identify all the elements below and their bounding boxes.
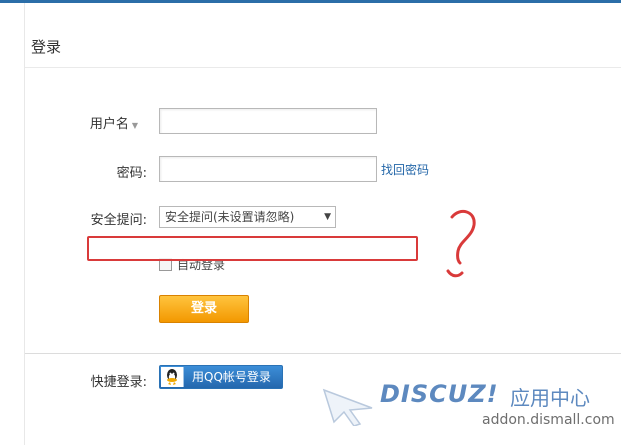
password-label: 密码: (116, 166, 147, 181)
section-divider (25, 353, 621, 354)
security-question-label: 安全提问: (90, 213, 147, 228)
login-button[interactable]: 登录 (159, 295, 249, 323)
qq-login-button-label: 用QQ帐号登录 (192, 370, 271, 384)
annotation-red-box (87, 236, 418, 261)
discuz-watermark: DISCUZ! 应用中心 addon.dismall.com (320, 380, 620, 440)
password-input[interactable] (159, 156, 377, 182)
chevron-down-icon: ▼ (131, 121, 138, 130)
annotation-question-mark (446, 209, 476, 278)
username-input[interactable] (159, 108, 377, 134)
security-question-select[interactable]: 安全提问(未设置请忽略) ▼ (159, 206, 336, 228)
username-label-text: 用户名 (89, 117, 129, 132)
quick-login-label: 快捷登录: (90, 375, 147, 390)
chevron-down-icon: ▼ (324, 212, 331, 222)
title-divider (25, 67, 621, 68)
qq-login-button[interactable]: 用QQ帐号登录 (159, 365, 283, 389)
top-border (0, 0, 621, 3)
username-label[interactable]: 用户名 ▼ (18, 113, 138, 132)
left-strip (0, 3, 25, 445)
cursor-arrow-icon (322, 388, 373, 426)
watermark-url: addon.dismall.com (482, 412, 615, 428)
qq-icon (161, 367, 184, 387)
forgot-password-link[interactable]: 找回密码 (381, 161, 429, 178)
page-title: 登录 (31, 38, 62, 56)
watermark-subtitle: 应用中心 (510, 386, 590, 410)
watermark-brand: DISCUZ! (380, 380, 499, 408)
security-question-value: 安全提问(未设置请忽略) (165, 210, 295, 224)
